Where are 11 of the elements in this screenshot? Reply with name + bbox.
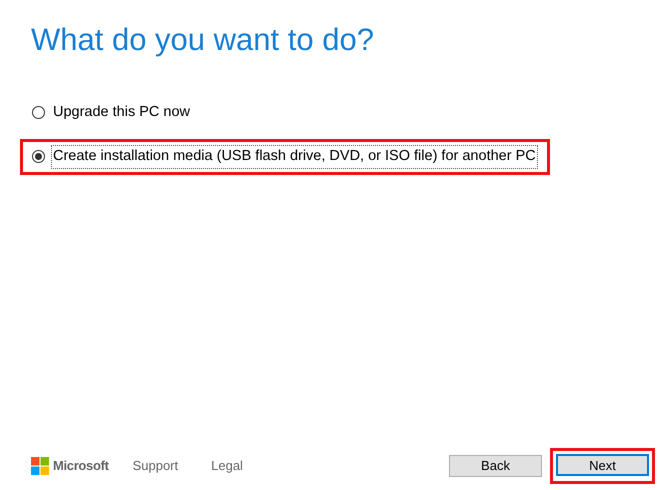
dialog-button[interactable]: Back xyxy=(449,454,542,477)
brand-name: Microsoft xyxy=(53,457,109,476)
logo-icon xyxy=(31,457,49,475)
footer-link[interactable]: Legal xyxy=(211,456,243,476)
radio-button[interactable] xyxy=(32,150,45,164)
radio-button[interactable] xyxy=(32,106,45,120)
footer-link[interactable]: Support xyxy=(132,456,178,476)
dialog-button[interactable]: Next xyxy=(556,454,649,476)
option-label[interactable]: Upgrade this PC now xyxy=(51,101,192,125)
option-label[interactable]: Create installation media (USB flash drive, DVD, or ISO file) for another PC xyxy=(51,144,538,168)
page-heading: What do you want to do? xyxy=(31,21,374,59)
